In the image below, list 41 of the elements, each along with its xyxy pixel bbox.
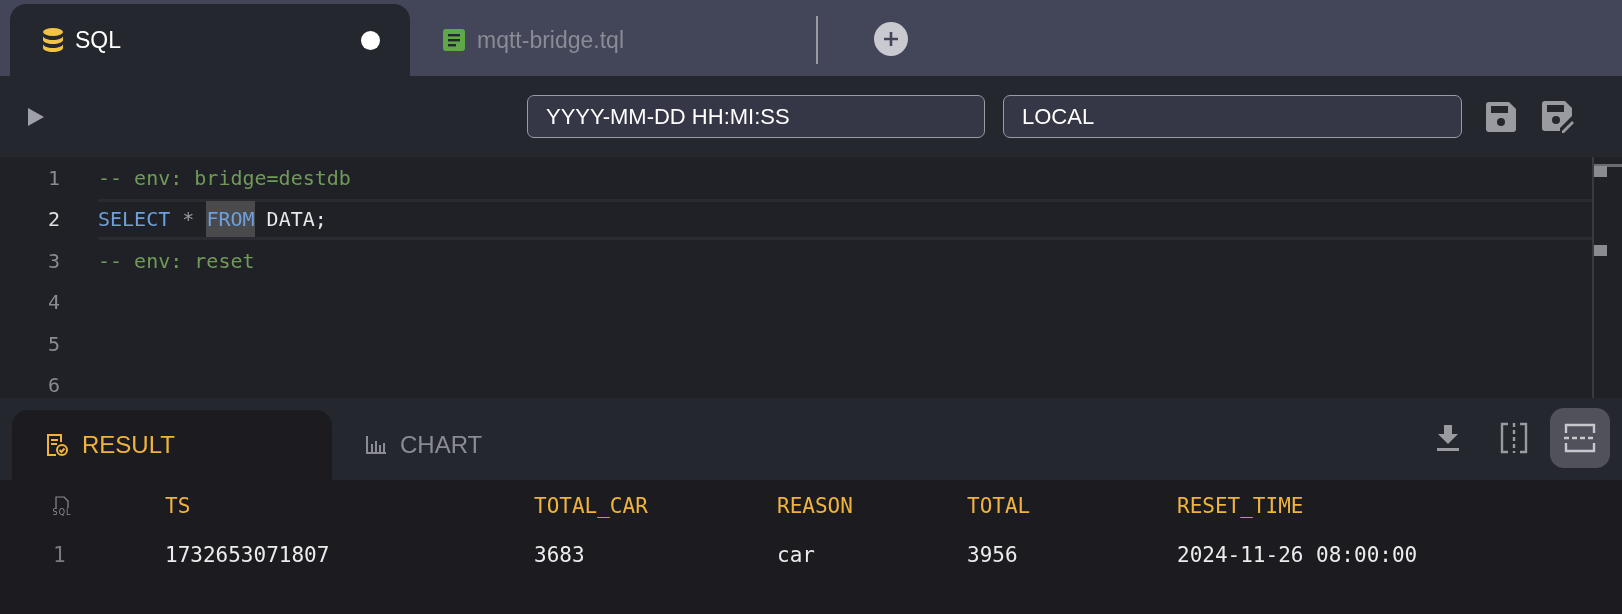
save-icon[interactable] [1486, 101, 1516, 132]
line-number: 1 [46, 165, 60, 190]
line-number: 4 [46, 290, 60, 315]
code-line: -- env: reset [98, 247, 255, 275]
database-icon [43, 28, 63, 52]
save-as-icon[interactable] [1542, 100, 1574, 133]
report-check-icon [46, 433, 68, 457]
play-icon [28, 107, 44, 126]
column-header: TS [165, 494, 192, 518]
table-cell-text: car [777, 543, 816, 567]
file-icon [55, 495, 69, 508]
time-format-field[interactable]: YYYY-MM-DD HH:MI:SS [527, 95, 985, 138]
code-line: SELECT * FROM DATA; [98, 201, 327, 238]
layout-button[interactable] [1550, 408, 1610, 468]
table-cell-text: 1732653071807 [165, 543, 331, 567]
column-header: TOTAL_CAR [534, 494, 649, 518]
line-number: 2 [46, 207, 60, 232]
line-number: 6 [46, 373, 60, 398]
line-number: 3 [46, 248, 60, 273]
column-header: REASON [777, 494, 854, 518]
split-vertical-icon [1499, 422, 1529, 454]
file-tab[interactable]: SQL [10, 4, 410, 76]
column-header: RESET_TIME [1177, 494, 1305, 518]
document-icon [443, 29, 465, 51]
bar-chart-icon [366, 436, 386, 454]
download-icon [1437, 425, 1459, 451]
plus-icon [882, 30, 900, 48]
table-cell-text: 3683 [534, 543, 586, 567]
column-header: TOTAL [967, 494, 1032, 518]
line-number: 5 [46, 331, 60, 356]
split-horizontal-icon [1563, 422, 1597, 454]
row-number: 1 [52, 543, 67, 567]
table-cell-text: 3956 [967, 543, 1019, 567]
add-tab-button[interactable] [874, 22, 908, 56]
run-button[interactable] [28, 107, 44, 126]
result-tab[interactable]: RESULT [12, 410, 332, 480]
table-cell-text: 2024-11-26 08:00:00 [1177, 543, 1419, 567]
result-tab[interactable]: CHART [332, 410, 632, 480]
sql-label: SQL [52, 507, 72, 517]
code-line: -- env: bridge=destdb [98, 164, 351, 192]
timezone-field[interactable]: LOCAL [1003, 95, 1462, 138]
